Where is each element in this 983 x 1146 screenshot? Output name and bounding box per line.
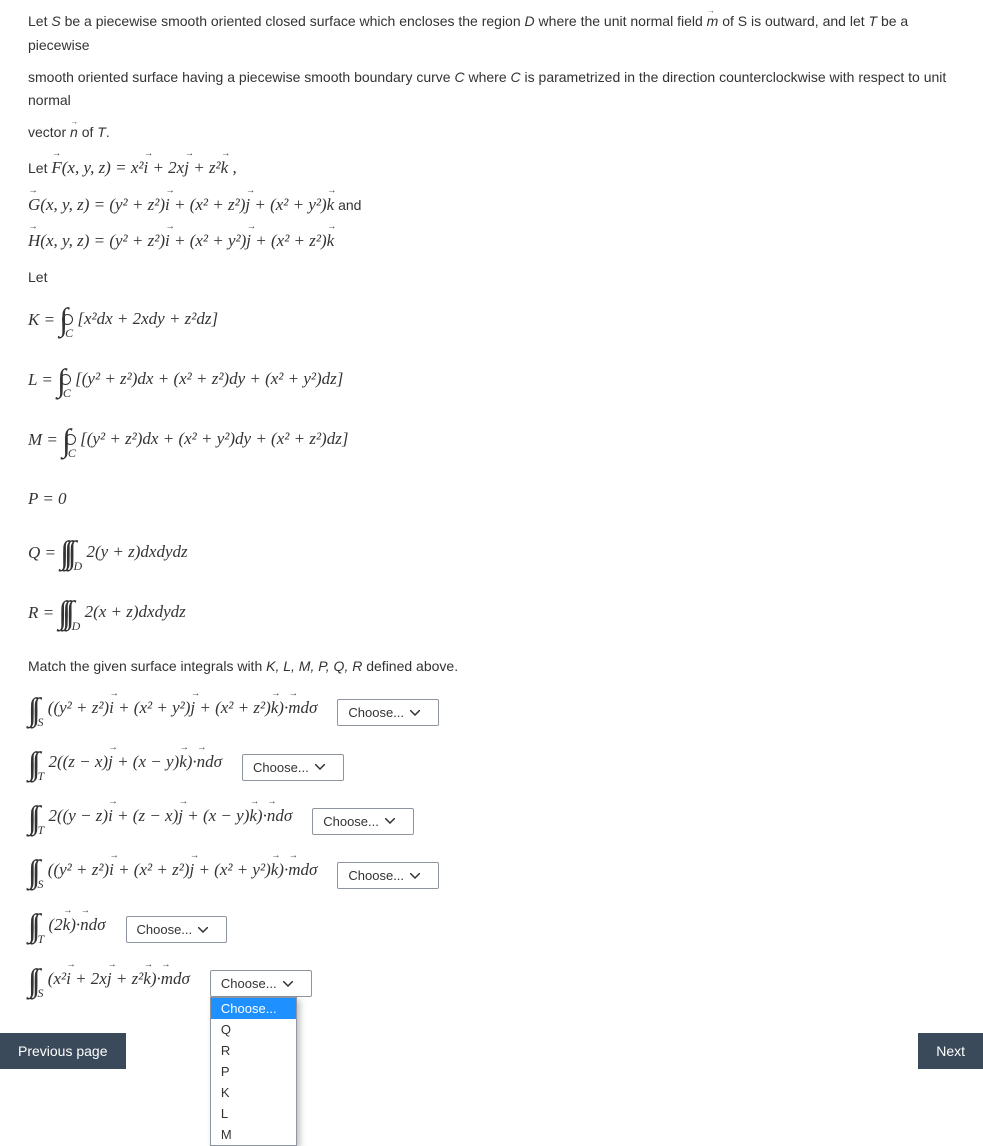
select-4[interactable]: Choose... (337, 862, 439, 889)
select-5[interactable]: Choose... (126, 916, 228, 943)
option-r[interactable]: R (211, 1040, 296, 1061)
question-content: Let S be a piecewise smooth oriented clo… (0, 0, 983, 1003)
match-row-6: ∫∫S (x²i + 2xj + z²k)·mdσ Choose... Choo… (28, 965, 955, 1003)
chevron-down-icon (283, 981, 293, 987)
option-choose[interactable]: Choose... (211, 998, 296, 1019)
option-p[interactable]: P (211, 1061, 296, 1082)
select-6[interactable]: Choose... (210, 970, 312, 997)
match-row-2: ∫∫T 2((z − x)j + (x − y)k)·ndσ Choose... (28, 748, 955, 786)
eq-K: K = ∫C [x²dx + 2xdy + z²dz] (28, 297, 955, 349)
chevron-down-icon (385, 818, 395, 824)
eq-P: P = 0 (28, 477, 955, 521)
chevron-down-icon (410, 873, 420, 879)
select-1[interactable]: Choose... (337, 699, 439, 726)
chevron-down-icon (410, 710, 420, 716)
eq-M: M = ∫C [(y² + z²)dx + (x² + y²)dy + (x² … (28, 417, 955, 469)
def-F: Let F(x, y, z) = x²i + 2xj + z²k , (28, 153, 955, 184)
previous-page-button[interactable]: Previous page (0, 1033, 126, 1069)
eq-L: L = ∫C [(y² + z²)dx + (x² + z²)dy + (x² … (28, 357, 955, 409)
match-row-5: ∫∫T (2k)·ndσ Choose... (28, 911, 955, 949)
match-row-1: ∫∫S ((y² + z²)i + (x² + y²)j + (x² + z²)… (28, 694, 955, 732)
chevron-down-icon (198, 927, 208, 933)
eq-R: R = ∫∫∫D 2(x + z)dxdydz (28, 590, 955, 642)
intro-line-3: vector n of T. (28, 121, 955, 145)
let-label: Let (28, 269, 955, 285)
option-m[interactable]: M (211, 1124, 296, 1145)
select-2[interactable]: Choose... (242, 754, 344, 781)
match-instruction: Match the given surface integrals with K… (28, 658, 955, 674)
match-row-3: ∫∫T 2((y − z)i + (z − x)j + (x − y)k)·nd… (28, 802, 955, 840)
intro-line-1: Let S be a piecewise smooth oriented clo… (28, 10, 955, 58)
intro-line-2: smooth oriented surface having a piecewi… (28, 66, 955, 114)
eq-Q: Q = ∫∫∫D 2(y + z)dxdydz (28, 530, 955, 582)
def-G: G(x, y, z) = (y² + z²)i + (x² + z²)j + (… (28, 190, 955, 221)
option-l[interactable]: L (211, 1103, 296, 1124)
nav-bar: Previous page Next (0, 1033, 983, 1069)
option-q[interactable]: Q (211, 1019, 296, 1040)
def-H: H(x, y, z) = (y² + z²)i + (x² + y²)j + (… (28, 226, 955, 257)
chevron-down-icon (315, 764, 325, 770)
match-row-4: ∫∫S ((y² + z²)i + (x² + z²)j + (x² + y²)… (28, 856, 955, 894)
next-page-button[interactable]: Next (918, 1033, 983, 1069)
option-k[interactable]: K (211, 1082, 296, 1103)
select-3[interactable]: Choose... (312, 808, 414, 835)
select-6-dropdown: Choose... Q R P K L M (210, 997, 297, 1146)
